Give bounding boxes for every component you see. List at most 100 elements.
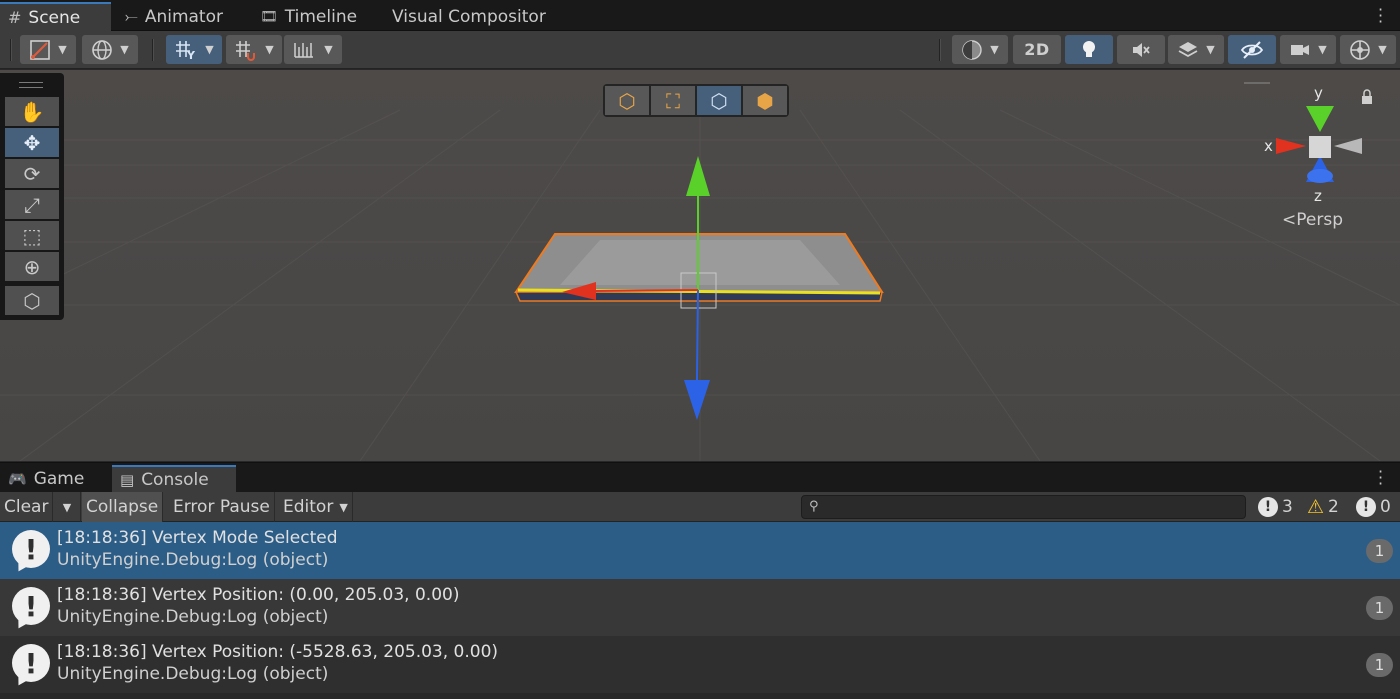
effects-dropdown[interactable]: ▼ [1168,35,1224,64]
layers-icon [1178,41,1198,57]
gizmos-dropdown[interactable]: ▼ [1340,35,1396,64]
scene-viewport[interactable]: y x z ✋ ✥ ⟳ ⤢ ⬚ ⊕ ⬡ ⬡ ⛶ ⬡ ⬢ <Persp [0,70,1400,461]
error-count-toggle[interactable]: ! 0 [1356,492,1391,522]
projection-toggle[interactable]: <Persp [1282,210,1343,230]
scale-tool-button[interactable]: ⤢ [5,190,59,219]
2d-mode-toggle[interactable]: 2D [1013,35,1061,64]
rotate-icon: ⟳ [23,161,41,186]
collapse-toggle[interactable]: Collapse [82,492,164,522]
toolbar-divider [10,39,12,61]
gamepad-icon: 🎮 [8,470,27,488]
clear-options-dropdown[interactable]: ▼ [54,492,81,522]
error-pause-toggle[interactable]: Error Pause [169,492,275,522]
chevron-down-icon: ▼ [1318,43,1327,56]
grid-icon: # [8,8,22,27]
chevron-down-icon: ▼ [205,43,214,56]
more-menu-icon[interactable]: · · · [1378,464,1383,492]
tab-label: Animator [144,6,223,27]
log-message: [18:18:36] Vertex Position: (-5528.63, 2… [57,642,499,662]
log-message: [18:18:36] Vertex Position: (0.00, 205.0… [57,585,460,605]
chevron-down-icon: ▼ [324,43,333,56]
rect-transform-icon: ⬚ [22,223,42,248]
tab-game[interactable]: 🎮 Game [0,465,92,493]
cube-face-icon: ⬢ [756,88,774,113]
film-icon: 🎞 [260,8,278,25]
vertex-icon: ⛶ [666,88,680,113]
edge-mode-button[interactable]: ⬡ [697,86,741,115]
camera-dropdown[interactable]: ▼ [1280,35,1336,64]
tab-timeline[interactable]: 🎞 Timeline [252,2,365,31]
global-local-dropdown[interactable]: ▼ [82,35,138,64]
projection-label: Persp [1296,210,1343,230]
toolbar-divider [152,39,154,61]
tab-animator[interactable]: ⤚ Animator [117,2,231,31]
chevron-down-icon: ▼ [265,43,274,56]
object-mode-button[interactable]: ⬡ [605,86,649,115]
editor-dropdown[interactable]: Editor ▼ [279,492,353,522]
gizmo-y-label: y [1314,84,1323,102]
hand-tool-button[interactable]: ✋ [5,97,59,126]
more-menu-icon[interactable]: · · · [1378,2,1383,30]
window-tab-bar: # Scene ⤚ Animator 🎞 Timeline Visual Com… [0,0,1400,31]
console-search-input[interactable]: ⚲ [801,495,1246,519]
warning-count: 2 [1328,497,1339,517]
ruler-icon [294,42,314,58]
info-count-toggle[interactable]: ! 3 [1258,492,1293,522]
custom-tool-icon: ⬡ [23,288,41,313]
warning-count-toggle[interactable]: ⚠ 2 [1307,492,1339,522]
tab-visual-compositor[interactable]: Visual Compositor [384,2,554,31]
error-pause-label: Error Pause [173,497,270,517]
grid-snap-toggle[interactable]: Y ▼ [166,35,222,64]
chevron-down-icon: ▼ [1206,43,1215,56]
log-entry[interactable]: ! [18:18:36] Vertex Mode Selected UnityE… [0,522,1400,579]
search-icon: ⚲ [809,499,819,514]
panel-grip-icon[interactable] [19,82,43,88]
log-message: [18:18:36] Vertex Mode Selected [57,528,338,548]
log-stacktrace: UnityEngine.Debug:Log (object) [57,607,329,627]
snap-increment-dropdown[interactable]: ▼ [226,35,282,64]
transform-tool-button[interactable]: ⊕ [5,252,59,281]
chevron-down-icon: ▼ [120,43,129,56]
gizmo-icon [1350,39,1371,60]
rotate-tool-button[interactable]: ⟳ [5,159,59,188]
camera-icon [1291,44,1310,55]
audio-toggle[interactable] [1117,35,1165,64]
log-count-badge: 1 [1366,539,1393,563]
clear-button[interactable]: Clear [0,492,54,522]
log-entry[interactable]: ! [18:18:36] Vertex Position: (0.00, 205… [0,579,1400,636]
shading-mode-dropdown[interactable]: ▼ [952,35,1008,64]
log-count-badge: 1 [1366,653,1393,677]
shaded-sphere-icon [962,39,982,60]
console-log-list: ! [18:18:36] Vertex Mode Selected UnityE… [0,522,1400,699]
info-icon: ! [1258,497,1278,517]
log-stacktrace: UnityEngine.Debug:Log (object) [57,550,329,570]
grid-y-icon: Y [176,40,196,61]
log-entry[interactable]: ! [18:18:36] Vertex Position: (-5528.63,… [0,636,1400,693]
transform-tools-panel: ✋ ✥ ⟳ ⤢ ⬚ ⊕ ⬡ [0,73,64,320]
snap-magnet-icon [236,40,256,61]
ruler-dropdown[interactable]: ▼ [284,35,342,64]
svg-text:Y: Y [186,49,196,61]
vertex-mode-button[interactable]: ⛶ [651,86,695,115]
selection-mode-bar: ⬡ ⛶ ⬡ ⬢ [603,84,789,117]
tab-console[interactable]: ▤ Console [112,465,236,493]
rect-tool-button[interactable]: ⬚ [5,221,59,250]
globe-icon [92,39,113,60]
info-message-icon: ! [12,530,50,568]
info-count: 3 [1282,497,1293,517]
transform-icon: ⊕ [23,254,41,279]
lighting-toggle[interactable] [1065,35,1113,64]
move-tool-button[interactable]: ✥ [5,128,59,157]
scale-icon: ⤢ [24,192,40,217]
custom-tool-button[interactable]: ⬡ [5,286,59,315]
eye-slash-icon [1240,40,1264,59]
tab-label: Visual Compositor [392,6,546,27]
orientation-gizmo[interactable] [1244,82,1372,183]
lightbulb-icon [1083,40,1095,57]
scene-visibility-toggle[interactable] [1228,35,1276,64]
tab-scene[interactable]: # Scene [0,2,111,31]
face-mode-button[interactable]: ⬢ [743,86,787,115]
draw-mode-dropdown[interactable]: ▼ [20,35,76,64]
console-icon: ▤ [120,471,135,489]
move-arrows-icon: ✥ [23,130,41,155]
